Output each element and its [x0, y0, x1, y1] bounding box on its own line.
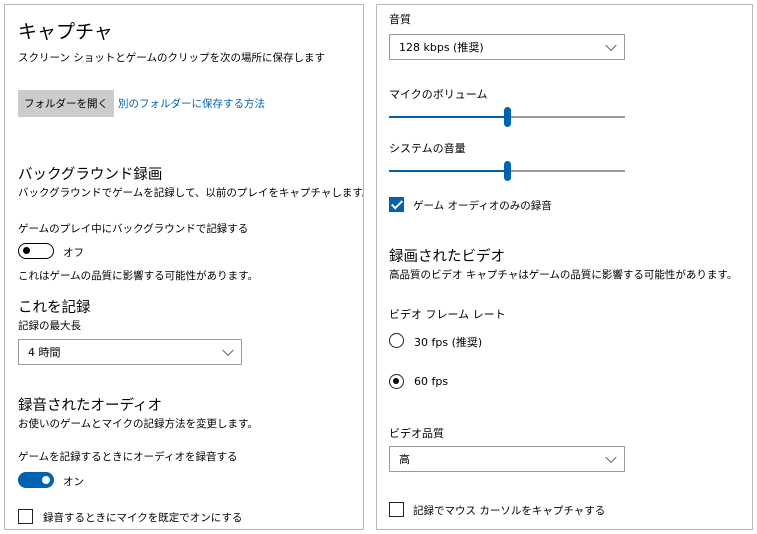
other-folder-link[interactable]: 別のフォルダーに保存する方法: [118, 96, 265, 111]
mic-volume-slider-fill: [389, 116, 507, 118]
max-length-dropdown[interactable]: 4 時間: [18, 339, 242, 365]
capture-cursor-checkbox[interactable]: [389, 502, 404, 517]
video-quality-label: ビデオ品質: [389, 427, 444, 440]
fps-30-radio[interactable]: [389, 333, 404, 348]
system-volume-label: システムの音量: [389, 142, 466, 155]
recorded-audio-description: お使いのゲームとマイクの記録方法を変更します。: [18, 418, 258, 430]
fps-60-label: 60 fps: [414, 375, 449, 388]
max-length-label: 記録の最大長: [18, 320, 81, 332]
audio-quality-value: 128 kbps (推奨): [399, 41, 484, 54]
chevron-down-icon: [605, 39, 617, 52]
background-recording-heading: バックグラウンド録画: [18, 167, 163, 183]
record-this-heading: これを記録: [18, 300, 91, 316]
audio-quality-dropdown[interactable]: 128 kbps (推奨): [389, 34, 625, 60]
mic-volume-slider-thumb[interactable]: [504, 107, 511, 127]
right-settings-panel: 音質 128 kbps (推奨) マイクのボリューム システムの音量 ゲーム オ…: [376, 4, 753, 530]
recorded-audio-heading: 録音されたオーディオ: [18, 398, 162, 414]
page-title: キャプチャ: [18, 21, 113, 43]
audio-quality-label: 音質: [389, 13, 411, 26]
save-location-description: スクリーン ショットとゲームのクリップを次の場所に保存します: [18, 52, 325, 64]
fps-30-label: 30 fps (推奨): [414, 336, 483, 349]
background-record-toggle-label: ゲームのプレイ中にバックグラウンドで記録する: [18, 223, 249, 235]
record-audio-toggle[interactable]: [18, 472, 54, 488]
mic-volume-slider-track: [507, 116, 625, 118]
background-record-note: これはゲームの品質に影響する可能性があります。: [18, 270, 259, 282]
system-volume-slider-track: [507, 170, 625, 172]
recorded-video-heading: 録画されたビデオ: [389, 249, 505, 265]
chevron-down-icon: [222, 344, 234, 357]
recorded-video-description: 高品質のビデオ キャプチャはゲームの品質に影響する可能性があります。: [389, 269, 738, 281]
left-settings-panel: キャプチャ スクリーン ショットとゲームのクリップを次の場所に保存します フォル…: [4, 4, 364, 530]
system-volume-slider[interactable]: [389, 160, 625, 182]
open-folder-button[interactable]: フォルダーを開く: [18, 90, 114, 117]
background-record-toggle[interactable]: [18, 243, 54, 259]
mic-default-checkbox[interactable]: [18, 509, 33, 524]
game-audio-only-checkbox[interactable]: [389, 197, 404, 212]
record-audio-toggle-state: オン: [63, 476, 84, 488]
max-length-value: 4 時間: [28, 346, 61, 359]
chevron-down-icon: [605, 451, 617, 464]
system-volume-slider-fill: [389, 170, 507, 172]
record-audio-toggle-label: ゲームを記録するときにオーディオを録音する: [18, 451, 238, 463]
mic-volume-label: マイクのボリューム: [389, 88, 488, 101]
mic-volume-slider[interactable]: [389, 106, 625, 128]
video-quality-value: 高: [399, 453, 410, 466]
background-recording-description: バックグラウンドでゲームを記録して、以前のプレイをキャプチャします。: [18, 187, 364, 199]
fps-60-radio[interactable]: [389, 374, 404, 389]
game-audio-only-label: ゲーム オーディオのみの録音: [413, 200, 552, 212]
system-volume-slider-thumb[interactable]: [504, 161, 511, 181]
capture-cursor-label: 記録でマウス カーソルをキャプチャする: [413, 505, 606, 517]
video-quality-dropdown[interactable]: 高: [389, 446, 625, 472]
frame-rate-label: ビデオ フレーム レート: [389, 308, 506, 321]
background-record-toggle-state: オフ: [63, 247, 84, 259]
mic-default-label: 録音するときにマイクを既定でオンにする: [43, 512, 243, 524]
